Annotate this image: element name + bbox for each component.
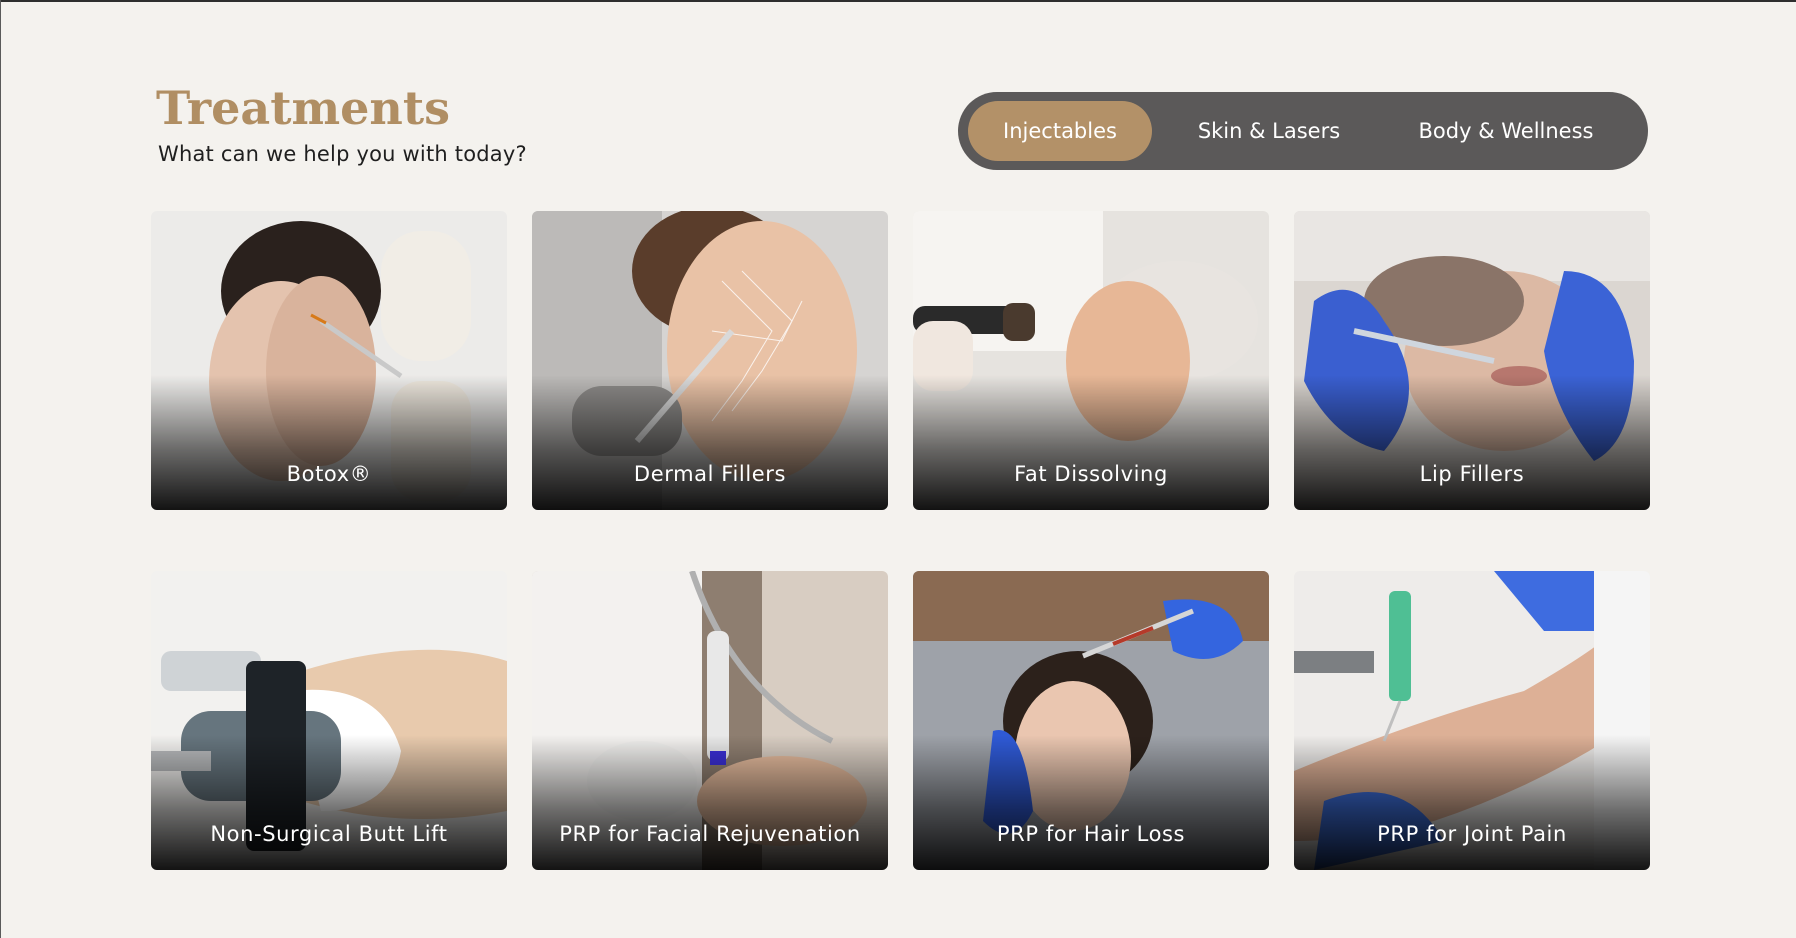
card-gradient-overlay — [1294, 735, 1650, 870]
treatment-label: Fat Dissolving — [1014, 462, 1168, 486]
treatment-label: Botox® — [286, 462, 372, 486]
treatment-label: PRP for Hair Loss — [996, 822, 1186, 846]
treatment-category-tabs: Injectables Skin & Lasers Body & Wellnes… — [958, 92, 1648, 170]
card-gradient-overlay — [151, 375, 507, 510]
tab-injectables[interactable]: Injectables — [968, 101, 1152, 161]
treatment-card-prp-facial[interactable]: PRP for Facial Rejuvenation — [532, 571, 888, 870]
treatment-card-butt-lift[interactable]: Non-Surgical Butt Lift — [151, 571, 507, 870]
card-gradient-overlay — [913, 375, 1269, 510]
treatment-card-lip-fillers[interactable]: Lip Fillers — [1294, 211, 1650, 510]
page-title: Treatments — [156, 81, 450, 135]
section-heading: Treatments What can we help you with tod… — [156, 78, 527, 166]
window-top-border — [0, 0, 1796, 2]
treatment-card-fat-dissolving[interactable]: Fat Dissolving — [913, 211, 1269, 510]
treatment-label: Non-Surgical Butt Lift — [210, 822, 448, 846]
treatment-card-prp-hair[interactable]: PRP for Hair Loss — [913, 571, 1269, 870]
tab-body-wellness[interactable]: Body & Wellness — [1386, 101, 1626, 161]
treatment-card-dermal-fillers[interactable]: Dermal Fillers — [532, 211, 888, 510]
page-subtitle: What can we help you with today? — [158, 142, 527, 166]
treatment-card-prp-joint[interactable]: PRP for Joint Pain — [1294, 571, 1650, 870]
treatment-label: PRP for Joint Pain — [1377, 822, 1567, 846]
card-gradient-overlay — [151, 735, 507, 870]
card-gradient-overlay — [532, 735, 888, 870]
window-left-border — [0, 0, 1, 938]
card-gradient-overlay — [1294, 375, 1650, 510]
treatment-label: PRP for Facial Rejuvenation — [559, 822, 861, 846]
tab-skin-lasers[interactable]: Skin & Lasers — [1152, 101, 1386, 161]
card-gradient-overlay — [913, 735, 1269, 870]
card-gradient-overlay — [532, 375, 888, 510]
treatment-card-botox[interactable]: Botox® — [151, 211, 507, 510]
treatment-label: Lip Fillers — [1419, 462, 1525, 486]
treatment-label: Dermal Fillers — [633, 462, 787, 486]
